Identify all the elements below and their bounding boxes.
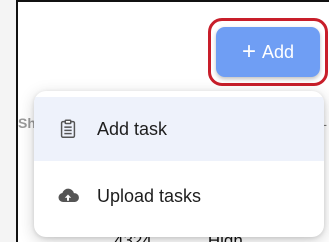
cloud-upload-icon <box>56 184 80 208</box>
clipboard-icon <box>56 117 80 141</box>
plus-icon: + <box>241 37 256 65</box>
menu-item-add-task[interactable]: Add task <box>34 97 324 161</box>
add-button[interactable]: + Add <box>216 27 320 77</box>
screen: Sh - 4324 High + Add Add task <box>0 0 329 242</box>
menu-item-label: Add task <box>97 118 168 139</box>
menu-item-label: Upload tasks <box>97 185 202 206</box>
menu-item-upload-tasks[interactable]: Upload tasks <box>34 164 324 228</box>
add-button-focus-ring: + Add <box>208 18 328 86</box>
left-panel-edge <box>0 0 16 242</box>
add-dropdown-menu: Add task Upload tasks <box>34 91 324 237</box>
add-button-label: Add <box>261 41 295 62</box>
